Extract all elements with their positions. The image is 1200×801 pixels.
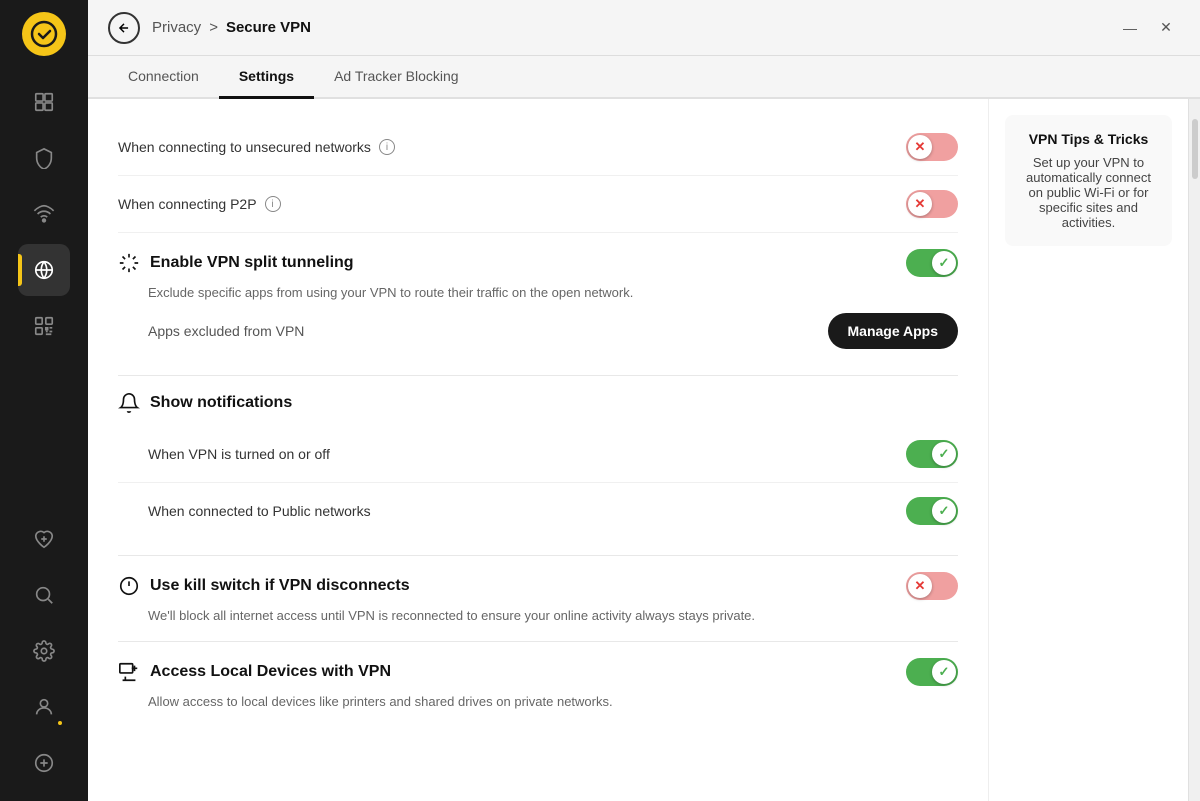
local-devices-desc: Allow access to local devices like print… — [148, 692, 958, 712]
public-network-row: When connected to Public networks ✓ — [118, 483, 958, 539]
kill-switch-section: Use kill switch if VPN disconnects ✕ We'… — [118, 556, 958, 643]
titlebar-controls: — ✕ — [1116, 14, 1180, 42]
notifications-title: Show notifications — [150, 394, 292, 412]
titlebar: Privacy > Secure VPN — ✕ — [88, 0, 1200, 56]
close-button[interactable]: ✕ — [1152, 14, 1180, 42]
kill-switch-toggle[interactable]: ✕ — [906, 572, 958, 600]
breadcrumb-current: Secure VPN — [226, 19, 311, 36]
public-network-toggle[interactable]: ✓ — [906, 497, 958, 525]
minimize-button[interactable]: — — [1116, 14, 1144, 42]
settings-content: When connecting to unsecured networks i … — [88, 99, 988, 801]
p2p-label: When connecting P2P — [118, 196, 257, 212]
unsecured-toggle[interactable]: ✕ — [906, 133, 958, 161]
vpn-toggle-toggle[interactable]: ✓ — [906, 440, 958, 468]
tab-settings[interactable]: Settings — [219, 56, 314, 99]
titlebar-left: Privacy > Secure VPN — [108, 12, 311, 44]
notifications-icon — [118, 392, 140, 414]
breadcrumb-separator: > — [209, 19, 218, 36]
sidebar-item-search[interactable] — [18, 569, 70, 621]
sidebar-item-chat[interactable] — [18, 737, 70, 789]
scrollbar[interactable] — [1188, 99, 1200, 801]
back-button[interactable] — [108, 12, 140, 44]
vpn-toggle-label: When VPN is turned on or off — [148, 446, 330, 462]
toggle-cross-icon: ✕ — [915, 139, 926, 155]
sidebar-item-home[interactable] — [18, 76, 70, 128]
sidebar — [0, 0, 88, 801]
tips-box: VPN Tips & Tricks Set up your VPN to aut… — [1005, 115, 1172, 246]
tab-ad-tracker-blocking[interactable]: Ad Tracker Blocking — [314, 56, 479, 99]
toggle-check-icon: ✓ — [939, 255, 950, 271]
scrollbar-thumb[interactable] — [1192, 119, 1198, 179]
content-area: When connecting to unsecured networks i … — [88, 99, 1200, 801]
tab-connection[interactable]: Connection — [108, 56, 219, 99]
tips-title: VPN Tips & Tricks — [1021, 131, 1156, 147]
toggle-cross-icon: ✕ — [915, 196, 926, 212]
app-logo — [22, 12, 66, 56]
apps-excluded-label: Apps excluded from VPN — [148, 323, 304, 339]
unsecured-info-icon[interactable]: i — [379, 139, 395, 155]
local-devices-title: Access Local Devices with VPN — [150, 663, 391, 681]
sidebar-item-profile[interactable] — [18, 681, 70, 733]
local-devices-toggle[interactable]: ✓ — [906, 658, 958, 686]
notifications-section: Show notifications When VPN is turned on… — [118, 376, 958, 556]
sidebar-item-wifi[interactable] — [18, 188, 70, 240]
tabs-bar: Connection Settings Ad Tracker Blocking — [88, 56, 1200, 99]
sidebar-item-scan[interactable] — [18, 300, 70, 352]
public-network-label: When connected to Public networks — [148, 503, 371, 519]
unsecured-networks-row: When connecting to unsecured networks i … — [118, 119, 958, 176]
split-tunneling-toggle[interactable]: ✓ — [906, 249, 958, 277]
sidebar-item-shield[interactable] — [18, 132, 70, 184]
p2p-toggle[interactable]: ✕ — [906, 190, 958, 218]
p2p-info-icon[interactable]: i — [265, 196, 281, 212]
main-window: Privacy > Secure VPN — ✕ Connection Sett… — [88, 0, 1200, 801]
sidebar-item-vpn[interactable] — [18, 244, 70, 296]
toggle-check-icon: ✓ — [939, 503, 950, 519]
p2p-row: When connecting P2P i ✕ — [118, 176, 958, 233]
toggle-check-icon: ✓ — [939, 664, 950, 680]
unsecured-label: When connecting to unsecured networks — [118, 139, 371, 155]
apps-excluded-row: Apps excluded from VPN Manage Apps — [118, 303, 958, 359]
vpn-toggle-row: When VPN is turned on or off ✓ — [118, 426, 958, 483]
kill-switch-icon — [118, 575, 140, 597]
kill-switch-desc: We'll block all internet access until VP… — [148, 606, 958, 626]
kill-switch-title: Use kill switch if VPN disconnects — [150, 577, 410, 595]
sidebar-item-settings[interactable] — [18, 625, 70, 677]
split-tunneling-desc: Exclude specific apps from using your VP… — [148, 283, 958, 303]
local-devices-icon — [118, 661, 140, 683]
split-tunneling-title: Enable VPN split tunneling — [150, 254, 354, 272]
split-tunneling-icon — [118, 252, 140, 274]
manage-apps-button[interactable]: Manage Apps — [828, 313, 959, 349]
tips-panel: VPN Tips & Tricks Set up your VPN to aut… — [988, 99, 1188, 801]
tips-description: Set up your VPN to automatically connect… — [1021, 155, 1156, 230]
breadcrumb: Privacy > Secure VPN — [152, 19, 311, 36]
breadcrumb-parent: Privacy — [152, 19, 201, 36]
toggle-check-icon: ✓ — [939, 446, 950, 462]
sidebar-item-health[interactable] — [18, 513, 70, 565]
toggle-cross-icon: ✕ — [915, 578, 926, 594]
local-devices-section: Access Local Devices with VPN ✓ Allow ac… — [118, 642, 958, 728]
split-tunneling-section: Enable VPN split tunneling ✓ Exclude spe… — [118, 233, 958, 376]
